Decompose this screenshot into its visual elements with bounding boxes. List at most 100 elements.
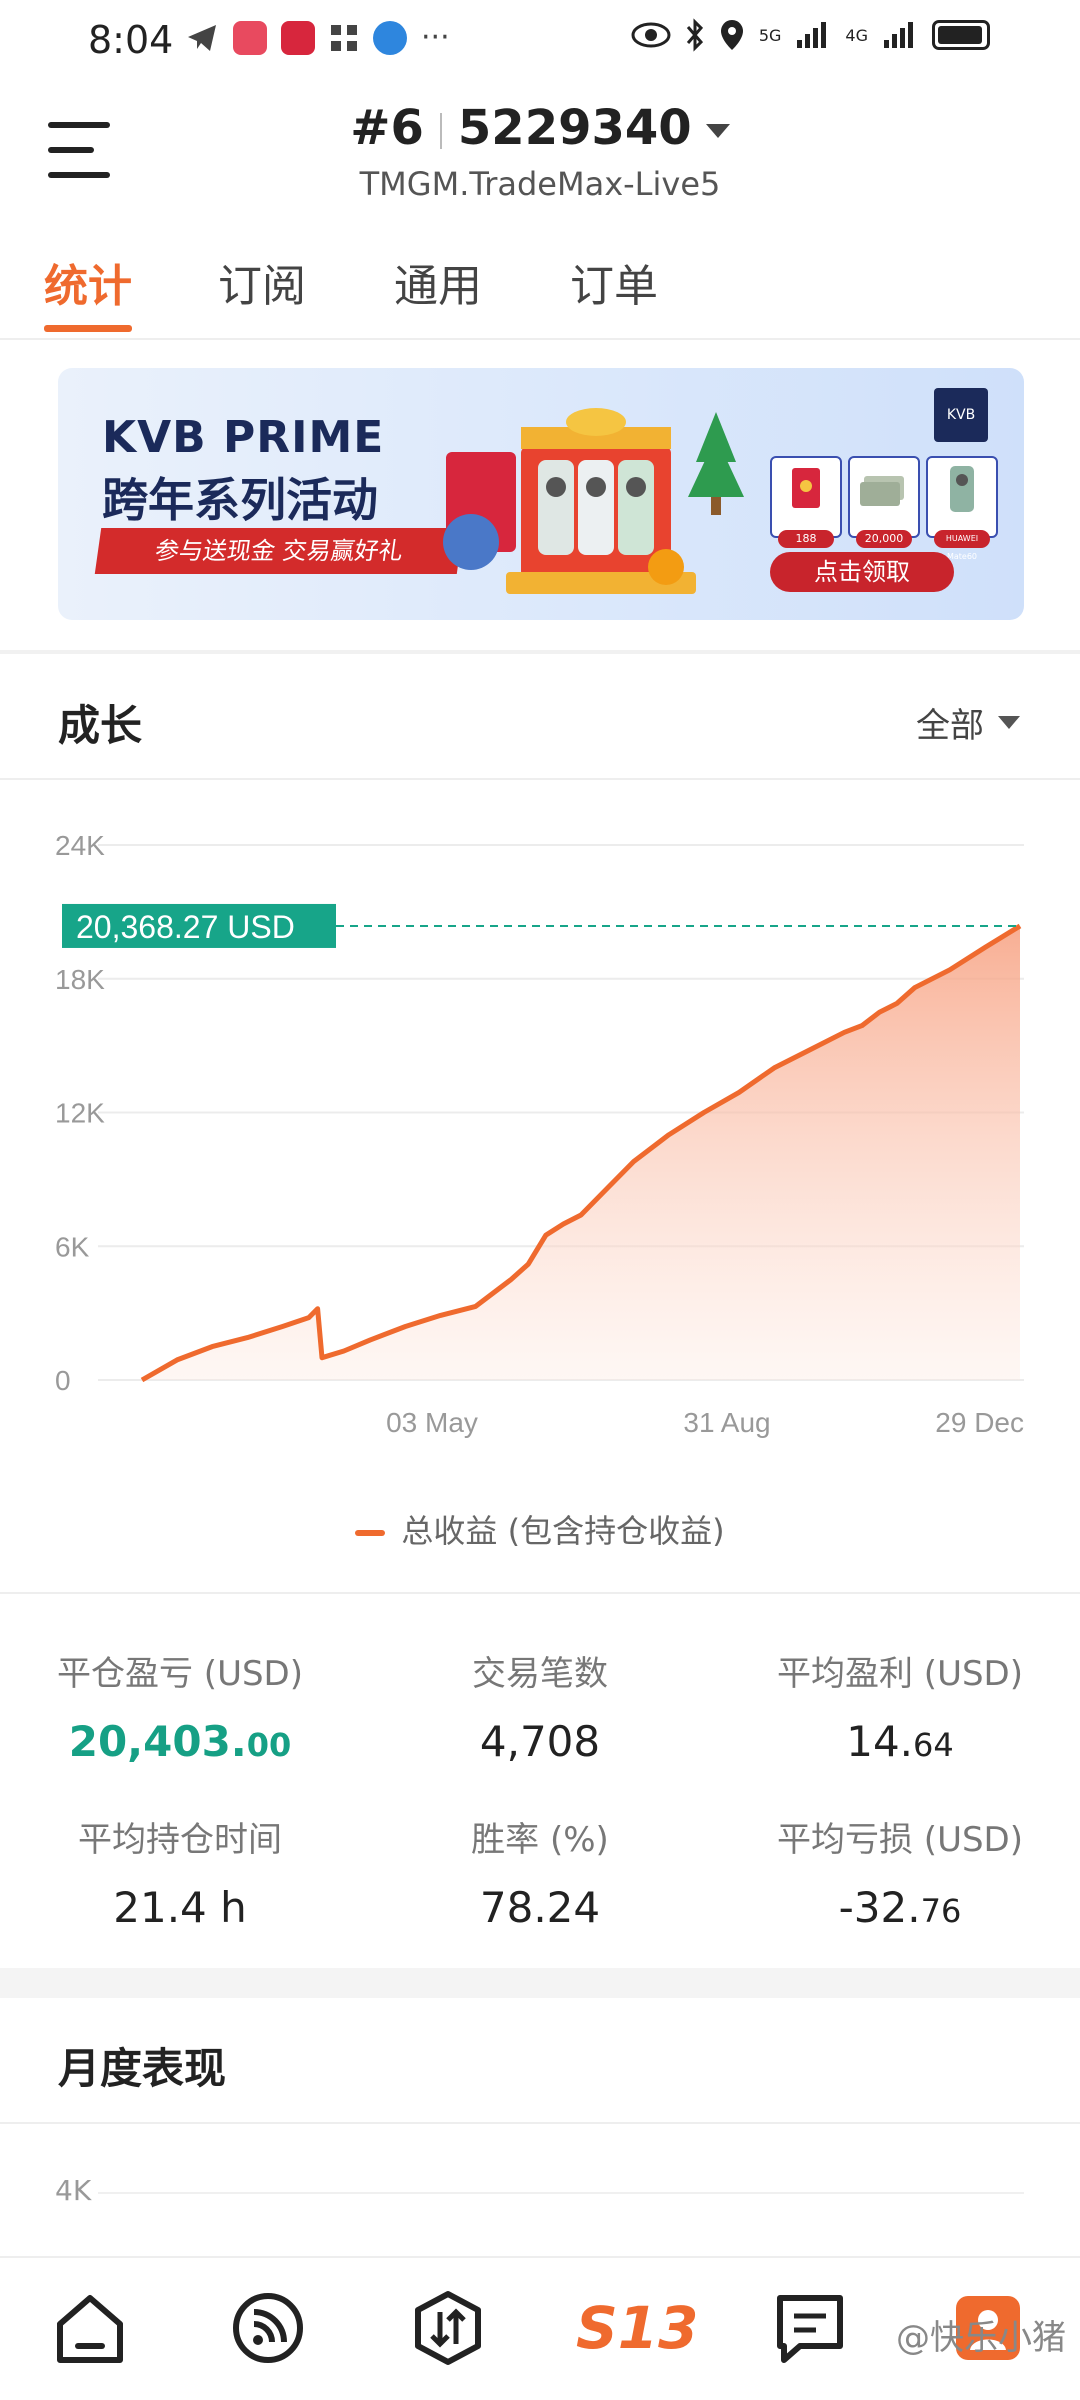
prize-value-cash: 188	[778, 530, 834, 548]
stat-avg-loss: 平均亏损 (USD) -32.76	[720, 1812, 1080, 1932]
stat-trade-count: 交易笔数 4,708	[360, 1646, 720, 1766]
section-divider	[0, 778, 1080, 780]
tab-statistics[interactable]: 统计	[44, 250, 132, 314]
tab-bar: 统计 订阅 通用 订单	[0, 240, 1080, 340]
section-divider	[0, 2122, 1080, 2124]
monthly-performance-title: 月度表现	[58, 2044, 227, 2093]
y-tick-label: 12K	[55, 1098, 105, 1129]
banner-ribbon: 参与送现金 交易赢好礼	[94, 528, 464, 574]
tab-orders[interactable]: 订单	[570, 250, 658, 314]
stat-avg-profit: 平均盈利 (USD) 14.64	[720, 1646, 1080, 1766]
stat-label: 平均持仓时间	[78, 1820, 282, 1860]
system-icons: 5G 4G	[631, 18, 990, 52]
signal-4g-icon	[884, 22, 913, 48]
network-5g-label: 5G	[758, 25, 782, 45]
section-gap	[0, 1968, 1080, 1998]
stat-value-int: 78.24	[479, 1883, 601, 1932]
stat-value-int: 21.4 h	[113, 1883, 247, 1932]
current-value-label: 20,368.27 USD	[76, 909, 295, 945]
prize-card-bonus: 20,000	[848, 456, 920, 548]
prize-card-phone: HUAWEI Mate60	[926, 456, 998, 561]
home-icon[interactable]	[50, 2288, 130, 2368]
legend-swatch	[355, 1530, 386, 1536]
period-filter-label: 全部	[916, 706, 984, 746]
location-icon	[720, 20, 743, 50]
network-4g-label: 4G	[845, 25, 868, 45]
series-area	[142, 926, 1020, 1380]
stat-value: 78.24	[360, 1883, 720, 1932]
battery-icon	[932, 20, 990, 50]
qr-icon	[331, 24, 357, 51]
watermark: @快乐小猪	[896, 2318, 1066, 2358]
stat-value-dec: 64	[913, 1726, 954, 1764]
cash-stack-icon	[860, 476, 904, 506]
stat-win-rate: 胜率 (%) 78.24	[360, 1812, 720, 1932]
red-envelope-icon	[792, 468, 820, 508]
gift-box-illustration	[443, 408, 744, 594]
stats-grid: 平仓盈亏 (USD) 20,403.00 交易笔数 4,708 平均盈利 (US…	[0, 1592, 1080, 1932]
s13-logo-icon[interactable]: S13	[576, 2288, 699, 2368]
y-tick-label: 6K	[55, 1231, 90, 1262]
monthly-gridline	[98, 2192, 1024, 2194]
more-icon: ···	[421, 20, 450, 55]
stat-value-int: 4,708	[479, 1717, 601, 1766]
x-tick-label: 29 Dec	[935, 1407, 1024, 1438]
stat-value: 21.4 h	[0, 1883, 360, 1932]
stat-value-int: -32.	[838, 1883, 921, 1932]
stat-label: 交易笔数	[472, 1654, 608, 1694]
signal-5g-icon	[797, 22, 827, 48]
banner-brand: KVB PRIME	[102, 412, 385, 463]
status-bar: 8:04 ··· 5G 4G	[0, 0, 1080, 80]
eye-icon	[631, 22, 671, 48]
stat-closed-pnl: 平仓盈亏 (USD) 20,403.00	[0, 1646, 360, 1766]
stat-label: 平均亏损 (USD)	[777, 1820, 1023, 1860]
stat-avg-hold-time: 平均持仓时间 21.4 h	[0, 1812, 360, 1932]
app-header: #6 5229340 TMGM.TradeMax-Live5	[0, 80, 1080, 220]
caret-down-icon	[705, 124, 730, 138]
prize-card-cash: 188	[770, 456, 842, 548]
stat-value: 20,403.00	[0, 1717, 360, 1766]
account-selector[interactable]: #6 5229340	[0, 100, 1080, 156]
stat-value: 4,708	[360, 1717, 720, 1766]
stat-value: 14.64	[720, 1717, 1080, 1766]
kvb-logo: KVB	[934, 388, 988, 442]
y-tick-label: 18K	[55, 964, 105, 995]
prize-value-phone: HUAWEI Mate60	[934, 530, 990, 561]
message-icon[interactable]	[770, 2288, 850, 2368]
stat-value-dec: 76	[920, 1892, 962, 1930]
claim-button[interactable]: 点击领取	[770, 552, 954, 592]
growth-chart: 24K 18K 12K 6K 0 20,368.27 USD 03 May 31 Aug 29 …	[55, 830, 1024, 1438]
chart-legend: 总收益 (包含持仓收益)	[0, 1506, 1080, 1552]
monthly-y-tick: 4K	[55, 2174, 92, 2207]
stat-label: 平均盈利 (USD)	[777, 1654, 1023, 1694]
caret-down-icon	[998, 716, 1020, 729]
x-tick-label: 31 Aug	[683, 1407, 770, 1438]
stat-label: 胜率 (%)	[471, 1820, 609, 1860]
huawei-app-icon	[233, 20, 267, 55]
stat-value-int: 20,403.	[68, 1717, 247, 1766]
book-app-icon	[281, 20, 315, 55]
promo-banner[interactable]: KVB PRIME 跨年系列活动 参与送现金 交易赢好礼 KVB 188 20,…	[58, 368, 1024, 620]
stat-label: 平仓盈亏 (USD)	[57, 1654, 303, 1694]
phone-prize-icon	[950, 466, 974, 512]
section-divider	[0, 650, 1080, 654]
tab-subscribe[interactable]: 订阅	[218, 250, 306, 314]
bluetooth-icon	[686, 18, 703, 52]
account-rank: #6	[350, 100, 424, 156]
notification-icons: ···	[185, 20, 450, 55]
prize-value-bonus: 20,000	[856, 530, 912, 548]
legend-label: 总收益 (包含持仓收益)	[401, 1512, 725, 1550]
account-server: TMGM.TradeMax-Live5	[359, 165, 721, 203]
y-tick-label: 0	[55, 1365, 71, 1396]
x-tick-label: 03 May	[386, 1407, 478, 1438]
trade-arrows-icon[interactable]	[408, 2288, 488, 2368]
app-status-icon	[373, 20, 407, 55]
signal-feed-icon[interactable]	[228, 2288, 308, 2368]
stat-value: -32.76	[720, 1883, 1080, 1932]
stat-value-int: 14.	[846, 1717, 914, 1766]
tab-general[interactable]: 通用	[394, 250, 482, 314]
active-tab-indicator	[44, 325, 132, 332]
y-tick-label: 24K	[55, 830, 105, 861]
period-filter[interactable]: 全部	[916, 698, 1020, 747]
status-time: 8:04	[88, 18, 174, 62]
